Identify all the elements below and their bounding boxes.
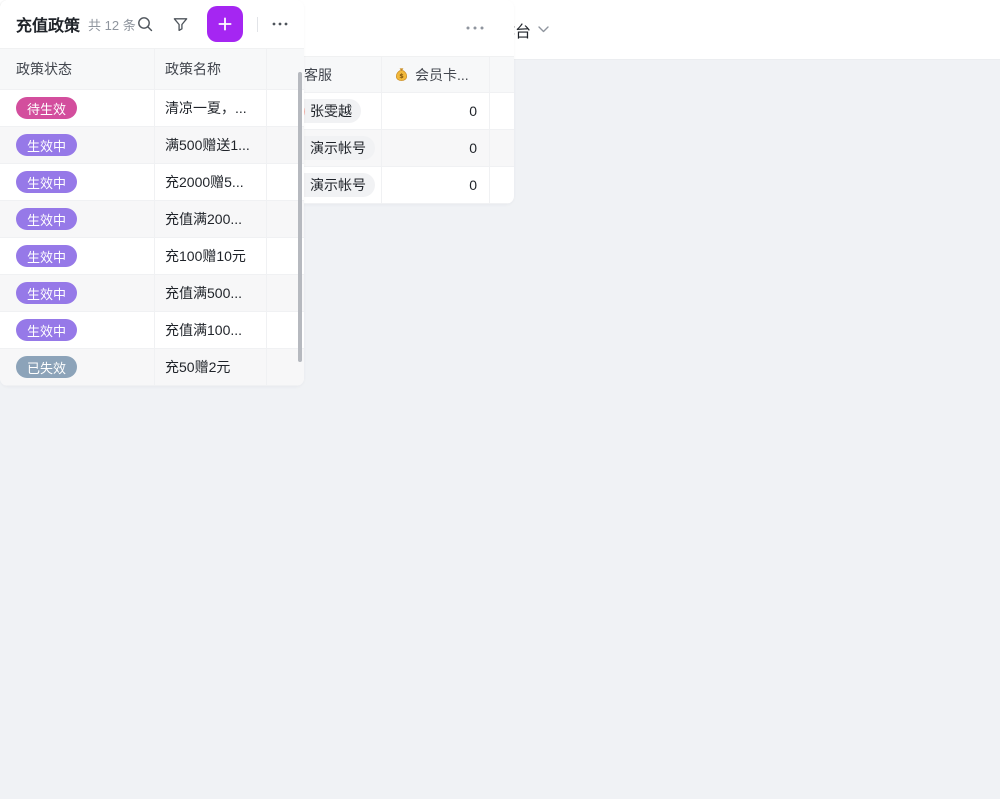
policy-name-cell: 清凉一夏，...	[155, 90, 267, 126]
moneybag-icon: $	[394, 67, 409, 82]
policy-row-6[interactable]: 生效中 充值满500...	[0, 275, 304, 312]
status-cell: 待生效	[0, 90, 155, 126]
policy-name-cell: 充值满200...	[155, 201, 267, 237]
policy-row-7[interactable]: 生效中 充值满100...	[0, 312, 304, 349]
policy-name-cell: 充50赠2元	[155, 349, 267, 385]
agent-name: 演示帐号	[310, 175, 366, 195]
status-badge: 待生效	[16, 97, 77, 119]
status-cell: 生效中	[0, 275, 155, 311]
policy-table-header: 政策状态 政策名称	[0, 49, 304, 90]
status-badge: 生效中	[16, 134, 77, 156]
agent-name: 演示帐号	[310, 138, 366, 158]
policy-row-2[interactable]: 生效中 满500赠送1...	[0, 127, 304, 164]
policy-row-1[interactable]: 待生效 清凉一夏，...	[0, 90, 304, 127]
status-cell: 生效中	[0, 312, 155, 348]
col-policy-name[interactable]: 政策名称	[155, 49, 267, 89]
status-cell: 生效中	[0, 201, 155, 237]
recharge-policy-title: 充值政策	[16, 12, 80, 36]
policy-row-5[interactable]: 生效中 充100赠10元	[0, 238, 304, 275]
toolbar-divider	[257, 17, 258, 32]
status-badge: 生效中	[16, 245, 77, 267]
policy-name-cell: 充100赠10元	[155, 238, 267, 274]
col-policy-status[interactable]: 政策状态	[0, 49, 155, 89]
col-member-card[interactable]: $ 会员卡...	[382, 57, 490, 92]
more-icon[interactable]	[466, 26, 484, 30]
svg-text:$: $	[399, 72, 404, 80]
policy-name-cell: 满500赠送1...	[155, 127, 267, 163]
card-balance-cell: 0	[382, 130, 490, 166]
policy-name-cell: 充值满500...	[155, 275, 267, 311]
policy-table: 政策状态 政策名称 待生效 清凉一夏，... 生效中 满500赠送1... 生效…	[0, 49, 304, 386]
recharge-policy-count: 共 12 条	[88, 15, 136, 34]
add-policy-button[interactable]	[207, 6, 243, 42]
status-badge: 生效中	[16, 171, 77, 193]
status-badge: 已失效	[16, 356, 77, 378]
status-badge: 生效中	[16, 319, 77, 341]
status-badge: 生效中	[16, 282, 77, 304]
status-cell: 生效中	[0, 238, 155, 274]
filter-icon[interactable]	[172, 16, 189, 33]
policy-row-8[interactable]: 已失效 充50赠2元	[0, 349, 304, 386]
recharge-policy-card: 充值政策 共 12 条 政策状态 政策名称 待生效 清凉一夏，..	[0, 0, 304, 386]
policy-row-3[interactable]: 生效中 充2000赠5...	[0, 164, 304, 201]
card-balance-cell: 0	[382, 93, 490, 129]
status-cell: 生效中	[0, 164, 155, 200]
more-icon[interactable]	[272, 22, 288, 26]
policy-row-4[interactable]: 生效中 充值满200...	[0, 201, 304, 238]
chevron-down-icon	[538, 26, 549, 33]
recharge-policy-header: 充值政策 共 12 条	[0, 0, 304, 49]
status-cell: 生效中	[0, 127, 155, 163]
policy-name-cell: 充2000赠5...	[155, 164, 267, 200]
status-cell: 已失效	[0, 349, 155, 385]
status-badge: 生效中	[16, 208, 77, 230]
vertical-scrollbar[interactable]	[298, 72, 302, 362]
search-icon[interactable]	[136, 15, 154, 33]
policy-name-cell: 充值满100...	[155, 312, 267, 348]
agent-name: 张雯越	[310, 101, 352, 121]
card-balance-cell: 0	[382, 167, 490, 203]
